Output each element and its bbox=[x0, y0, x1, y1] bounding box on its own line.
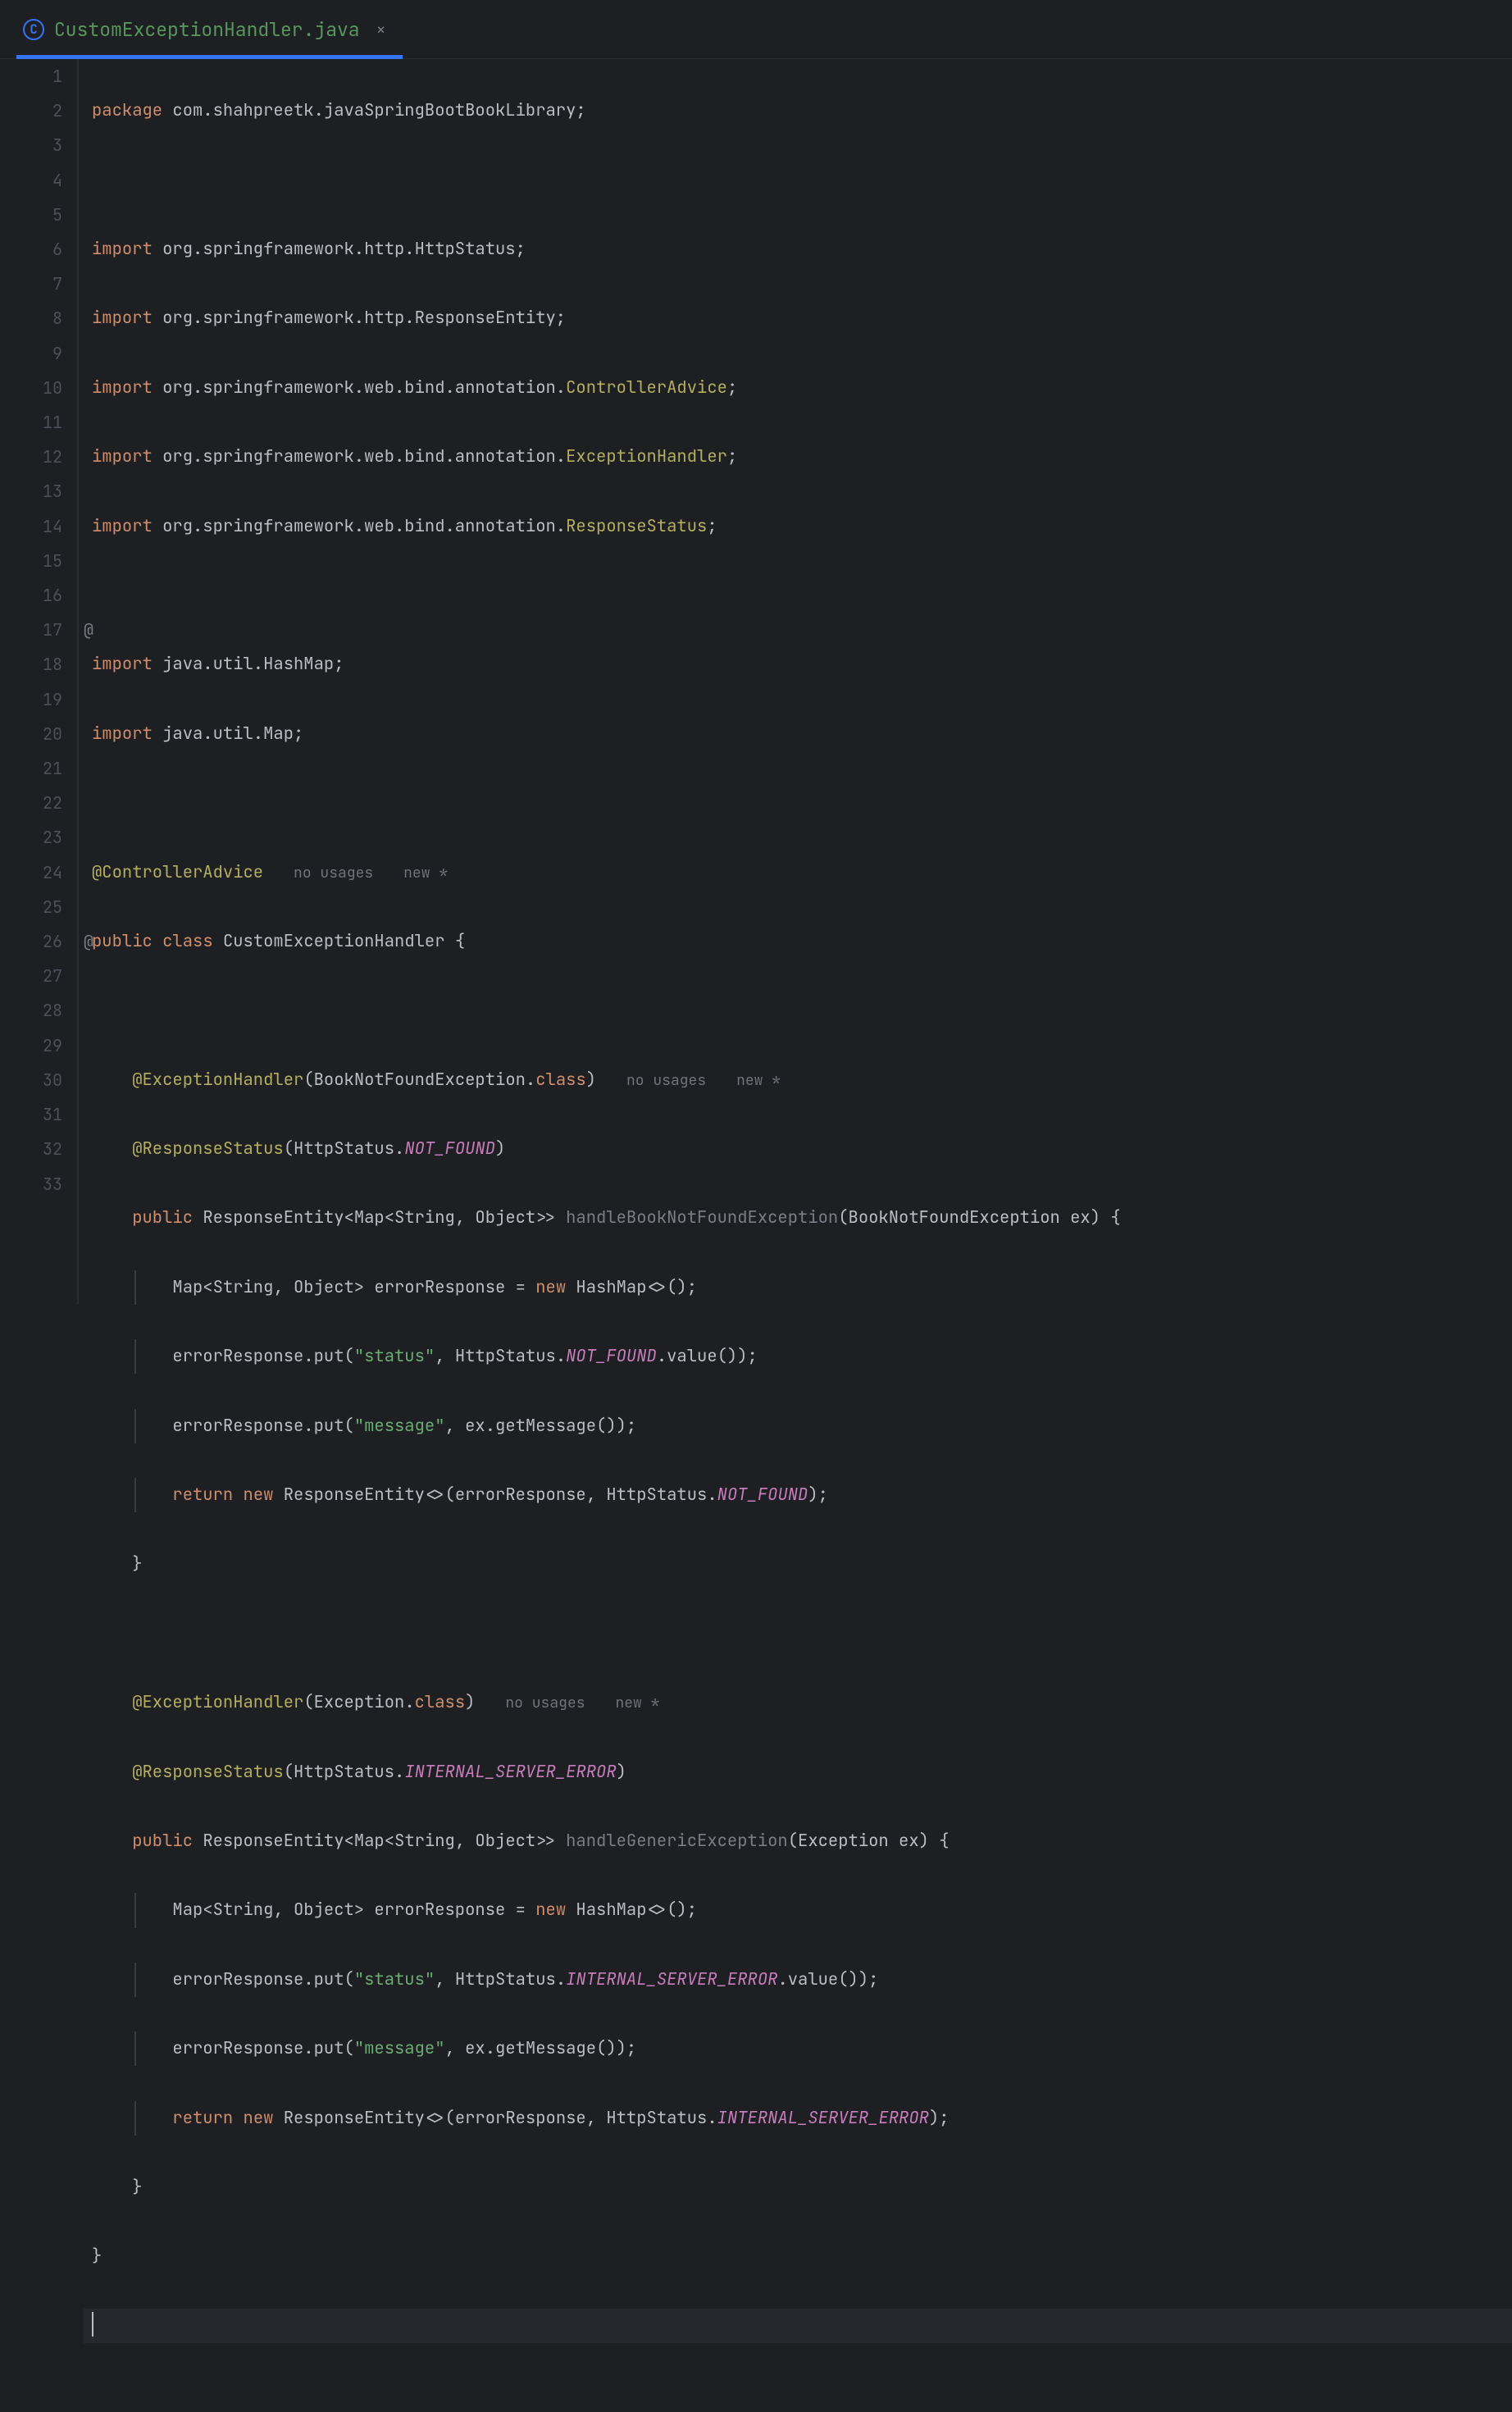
code-line: @ExceptionHandler(BookNotFoundException.… bbox=[84, 1063, 1512, 1097]
usage-hint[interactable]: no usages bbox=[294, 864, 373, 882]
close-tab-icon[interactable]: × bbox=[376, 19, 386, 40]
line-number[interactable]: 31 bbox=[0, 1097, 62, 1132]
method-indent-guide bbox=[134, 1409, 136, 1443]
line-number[interactable]: 33 bbox=[0, 1167, 62, 1201]
line-number[interactable]: 25 bbox=[0, 890, 62, 924]
code-line: Map<String, Object> errorResponse = new … bbox=[84, 1270, 1512, 1305]
code-line: @ControllerAdvice no usages new * bbox=[84, 855, 1512, 890]
line-number[interactable]: 21 bbox=[0, 751, 62, 786]
code-line: } bbox=[84, 2170, 1512, 2205]
line-number[interactable]: 4 bbox=[0, 163, 62, 198]
method-indent-guide bbox=[134, 1478, 136, 1512]
line-number[interactable]: 26@ bbox=[0, 924, 62, 959]
code-line: @ResponseStatus(HttpStatus.NOT_FOUND) bbox=[84, 1132, 1512, 1166]
code-line bbox=[84, 578, 1512, 613]
code-line-active bbox=[84, 2309, 1512, 2343]
line-number[interactable]: 7 bbox=[0, 267, 62, 301]
line-number[interactable]: 19 bbox=[0, 682, 62, 717]
code-line: import org.springframework.http.HttpStat… bbox=[84, 232, 1512, 267]
line-number[interactable]: 10 bbox=[0, 371, 62, 405]
code-line: @ExceptionHandler(Exception.class) no us… bbox=[84, 1685, 1512, 1720]
line-number[interactable]: 5 bbox=[0, 198, 62, 232]
code-line: import org.springframework.http.Response… bbox=[84, 301, 1512, 335]
vcs-hint[interactable]: new * bbox=[736, 1071, 781, 1090]
method-indent-guide bbox=[134, 1893, 136, 1927]
code-editor[interactable]: package com.shahpreetk.javaSpringBootBoo… bbox=[79, 59, 1512, 1304]
line-number-gutter[interactable]: 1 2 3 4 5 6 7 8 9 10 11 12 13 14 15 16 1… bbox=[0, 59, 79, 1304]
line-number[interactable]: 12 bbox=[0, 440, 62, 474]
code-line: errorResponse.put("message", ex.getMessa… bbox=[84, 1409, 1512, 1443]
code-line: Map<String, Object> errorResponse = new … bbox=[84, 1893, 1512, 1927]
editor-tab-active[interactable]: C CustomExceptionHandler.java × bbox=[16, 0, 403, 58]
line-number[interactable]: 23 bbox=[0, 820, 62, 855]
line-number[interactable]: 6 bbox=[0, 232, 62, 267]
method-indent-guide bbox=[134, 1270, 136, 1305]
usage-hint[interactable]: no usages bbox=[505, 1694, 585, 1712]
line-number[interactable]: 30 bbox=[0, 1063, 62, 1097]
code-line: import org.springframework.web.bind.anno… bbox=[84, 371, 1512, 405]
line-number[interactable]: 14 bbox=[0, 509, 62, 544]
method-indent-guide bbox=[134, 2101, 136, 2136]
line-number[interactable]: 24 bbox=[0, 855, 62, 890]
code-line: public ResponseEntity<Map<String, Object… bbox=[84, 1824, 1512, 1858]
code-line: import java.util.HashMap; bbox=[84, 647, 1512, 682]
line-number[interactable]: 1 bbox=[0, 59, 62, 93]
code-line: import org.springframework.web.bind.anno… bbox=[84, 509, 1512, 544]
code-line: import org.springframework.web.bind.anno… bbox=[84, 440, 1512, 474]
line-number[interactable]: 8 bbox=[0, 301, 62, 335]
code-line: } bbox=[84, 1547, 1512, 1581]
text-caret bbox=[92, 2312, 93, 2337]
code-line bbox=[84, 163, 1512, 198]
code-line: public class CustomExceptionHandler { bbox=[84, 924, 1512, 959]
code-line: return new ResponseEntity<>(errorRespons… bbox=[84, 1478, 1512, 1512]
code-line: public ResponseEntity<Map<String, Object… bbox=[84, 1201, 1512, 1235]
line-number[interactable]: 13 bbox=[0, 474, 62, 508]
code-line: return new ResponseEntity<>(errorRespons… bbox=[84, 2101, 1512, 2136]
line-number[interactable]: 15 bbox=[0, 544, 62, 578]
line-number[interactable]: 17@ bbox=[0, 613, 62, 647]
code-line: errorResponse.put("message", ex.getMessa… bbox=[84, 2031, 1512, 2066]
code-line: } bbox=[84, 2239, 1512, 2273]
line-number[interactable]: 16 bbox=[0, 578, 62, 613]
line-number[interactable]: 11 bbox=[0, 405, 62, 440]
editor-area: 1 2 3 4 5 6 7 8 9 10 11 12 13 14 15 16 1… bbox=[0, 59, 1512, 1304]
method-indent-guide bbox=[134, 1339, 136, 1374]
line-number[interactable]: 18 bbox=[0, 647, 62, 682]
usage-hint[interactable]: no usages bbox=[626, 1071, 706, 1090]
code-line: errorResponse.put("status", HttpStatus.I… bbox=[84, 1963, 1512, 1997]
line-number[interactable]: 2 bbox=[0, 93, 62, 128]
code-line bbox=[84, 786, 1512, 820]
line-number[interactable]: 28 bbox=[0, 993, 62, 1028]
code-line: @ResponseStatus(HttpStatus.INTERNAL_SERV… bbox=[84, 1755, 1512, 1790]
line-number[interactable]: 22 bbox=[0, 786, 62, 820]
code-line bbox=[84, 1616, 1512, 1651]
line-number[interactable]: 3 bbox=[0, 128, 62, 162]
code-line: import java.util.Map; bbox=[84, 717, 1512, 751]
code-line bbox=[84, 993, 1512, 1028]
code-line: errorResponse.put("status", HttpStatus.N… bbox=[84, 1339, 1512, 1374]
method-indent-guide bbox=[134, 2031, 136, 2066]
line-number[interactable]: 32 bbox=[0, 1132, 62, 1166]
line-number[interactable]: 27 bbox=[0, 959, 62, 993]
line-number[interactable]: 29 bbox=[0, 1028, 62, 1063]
editor-tabbar: C CustomExceptionHandler.java × bbox=[0, 0, 1512, 59]
vcs-hint[interactable]: new * bbox=[403, 864, 448, 882]
line-number[interactable]: 9 bbox=[0, 336, 62, 371]
method-indent-guide bbox=[134, 1963, 136, 1997]
line-number[interactable]: 20 bbox=[0, 717, 62, 751]
vcs-hint[interactable]: new * bbox=[615, 1694, 659, 1712]
class-file-icon: C bbox=[23, 19, 44, 40]
code-line: package com.shahpreetk.javaSpringBootBoo… bbox=[84, 93, 1512, 128]
tab-filename: CustomExceptionHandler.java bbox=[54, 17, 360, 42]
